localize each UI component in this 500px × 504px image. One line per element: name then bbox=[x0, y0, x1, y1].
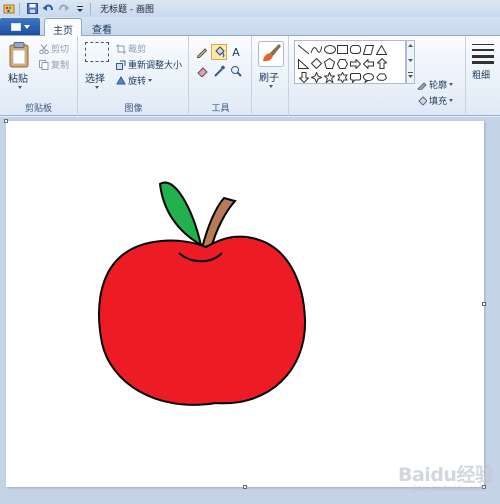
tools-group: A 工具 bbox=[190, 36, 252, 116]
outline-label: 轮廓 bbox=[429, 81, 448, 91]
paste-dropdown-icon[interactable] bbox=[18, 86, 22, 89]
clipboard-group: 粘贴 剪切 复制 剪贴板 bbox=[0, 36, 78, 116]
cut-button[interactable]: 剪切 bbox=[39, 42, 69, 55]
ribbon: 粘贴 剪切 复制 剪贴板 选择 裁剪 重新调整大小 旋转 图像 A 工具 刷子 … bbox=[0, 36, 500, 153]
crop-icon bbox=[116, 43, 126, 54]
brushes-label[interactable]: 刷子 bbox=[259, 69, 279, 84]
drawing-canvas[interactable] bbox=[4, 119, 486, 489]
up-arrow-shape-icon[interactable] bbox=[375, 57, 388, 70]
right-arrow-shape-icon[interactable] bbox=[349, 57, 362, 70]
cloud-callout-shape-icon[interactable] bbox=[375, 71, 388, 84]
down-arrow-shape-icon[interactable] bbox=[297, 71, 310, 84]
copy-icon bbox=[39, 59, 49, 70]
fill-label: 填充 bbox=[429, 97, 448, 107]
leaf-shape bbox=[158, 181, 203, 248]
color-picker-icon[interactable] bbox=[211, 63, 227, 79]
pencil-icon[interactable] bbox=[194, 44, 210, 60]
rounded-callout-shape-icon[interactable] bbox=[349, 71, 362, 84]
scroll-arrows-icon bbox=[408, 44, 413, 78]
hexagon-shape-icon[interactable] bbox=[336, 57, 349, 70]
shapes-gallery[interactable] bbox=[294, 40, 406, 84]
tools-group-label: 工具 bbox=[211, 104, 230, 114]
title-bar: 无标题 - 画图 bbox=[0, 0, 500, 17]
rectangle-shape-icon[interactable] bbox=[336, 43, 349, 56]
rotate-dropdown-icon bbox=[148, 79, 153, 82]
five-point-star-shape-icon[interactable] bbox=[323, 71, 336, 84]
quick-access-separator bbox=[19, 2, 20, 15]
fill-bucket-icon[interactable] bbox=[211, 44, 227, 60]
redo-icon[interactable] bbox=[57, 2, 71, 15]
canvas-handle-top-left bbox=[4, 119, 8, 123]
tab-home[interactable]: 主页 bbox=[44, 18, 82, 37]
four-point-star-shape-icon[interactable] bbox=[310, 71, 323, 84]
copy-label: 复制 bbox=[51, 61, 70, 71]
outline-brush-icon bbox=[417, 81, 427, 90]
brush-icon[interactable] bbox=[258, 41, 284, 67]
fill-dropdown-icon bbox=[449, 99, 454, 102]
chevron-down-icon bbox=[23, 24, 30, 29]
six-point-star-shape-icon[interactable] bbox=[336, 71, 349, 84]
canvas-resize-handle-bottom[interactable] bbox=[243, 485, 247, 489]
rotate-icon bbox=[116, 75, 126, 84]
title-separator bbox=[90, 2, 91, 15]
triangle-shape-icon[interactable] bbox=[375, 43, 388, 56]
watermark-brand: Baidu经验 bbox=[398, 464, 494, 486]
eraser-icon[interactable] bbox=[194, 63, 210, 79]
apple-drawing bbox=[98, 181, 307, 406]
line-shape-icon[interactable] bbox=[297, 43, 310, 56]
curve-shape-icon[interactable] bbox=[310, 43, 323, 56]
rotate-label: 旋转 bbox=[128, 77, 147, 87]
menu-icon bbox=[10, 22, 21, 31]
polygon-shape-icon[interactable] bbox=[362, 43, 375, 56]
paint-menu-button[interactable] bbox=[0, 18, 40, 35]
left-arrow-shape-icon[interactable] bbox=[362, 57, 375, 70]
select-icon[interactable] bbox=[85, 42, 109, 62]
undo-icon[interactable] bbox=[41, 2, 55, 15]
crop-button[interactable]: 裁剪 bbox=[116, 42, 146, 55]
clipboard-group-label: 剪贴板 bbox=[24, 104, 52, 114]
brushes-dropdown-icon[interactable] bbox=[269, 85, 273, 88]
copy-button[interactable]: 复制 bbox=[39, 58, 69, 71]
size-group: 粗细 bbox=[467, 36, 500, 116]
rounded-rectangle-shape-icon[interactable] bbox=[349, 43, 362, 56]
right-triangle-shape-icon[interactable] bbox=[297, 57, 310, 70]
image-group: 选择 裁剪 重新调整大小 旋转 图像 bbox=[79, 36, 189, 116]
scissors-icon bbox=[39, 43, 49, 54]
paste-button[interactable]: 粘贴 bbox=[8, 70, 28, 85]
tab-row: 主页 查看 bbox=[0, 17, 500, 37]
outline-dropdown-icon bbox=[449, 83, 454, 86]
image-group-label: 图像 bbox=[124, 104, 143, 114]
cut-label: 剪切 bbox=[51, 45, 70, 55]
shapes-scrollbar[interactable] bbox=[406, 40, 415, 84]
paste-icon[interactable] bbox=[8, 41, 32, 69]
tab-view[interactable]: 查看 bbox=[84, 18, 120, 37]
diamond-shape-icon[interactable] bbox=[310, 57, 323, 70]
size-label[interactable]: 粗细 bbox=[472, 68, 490, 81]
save-icon[interactable] bbox=[25, 2, 39, 15]
paint-app-icon[interactable] bbox=[2, 2, 16, 15]
baidu-watermark: Baidu经验 jingyan.baidu.com bbox=[392, 456, 498, 496]
brushes-group: 刷子 bbox=[253, 36, 289, 116]
select-dropdown-icon[interactable] bbox=[95, 86, 99, 89]
line-width-icon[interactable] bbox=[471, 42, 495, 64]
canvas-work-area bbox=[0, 117, 500, 504]
fill-button[interactable]: 填充 bbox=[417, 94, 454, 107]
customize-icon[interactable] bbox=[73, 2, 87, 15]
window-title: 无标题 - 画图 bbox=[100, 5, 154, 15]
oval-shape-icon[interactable] bbox=[323, 43, 336, 56]
oval-callout-shape-icon[interactable] bbox=[362, 71, 375, 84]
text-tool-icon[interactable]: A bbox=[228, 44, 244, 60]
watermark-url: jingyan.baidu.com bbox=[412, 484, 486, 493]
canvas-resize-handle-right[interactable] bbox=[482, 302, 486, 306]
magnifier-icon[interactable] bbox=[228, 63, 244, 79]
crop-label: 裁剪 bbox=[128, 45, 147, 55]
resize-button[interactable]: 重新调整大小 bbox=[116, 58, 182, 71]
pentagon-shape-icon[interactable] bbox=[323, 57, 336, 70]
resize-icon bbox=[116, 60, 126, 70]
select-button[interactable]: 选择 bbox=[85, 70, 105, 85]
rotate-button[interactable]: 旋转 bbox=[116, 74, 153, 87]
outline-button[interactable]: 轮廓 bbox=[417, 78, 454, 91]
resize-label: 重新调整大小 bbox=[128, 61, 183, 71]
fill-bucket-small-icon bbox=[418, 95, 427, 106]
